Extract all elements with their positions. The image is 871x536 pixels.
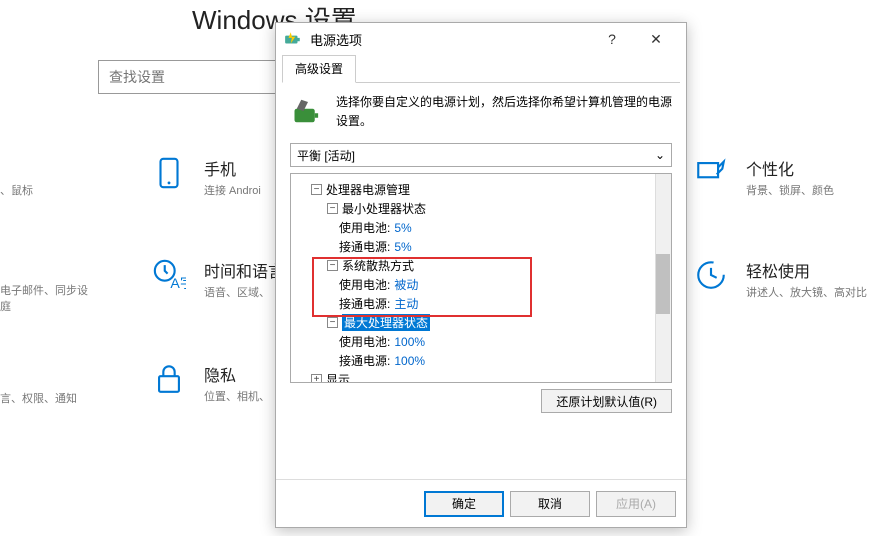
apply-button[interactable]: 应用(A) (596, 491, 676, 517)
help-button[interactable]: ? (590, 25, 634, 53)
hint-text: 、鼠标 (0, 182, 33, 198)
group-desc: 位置、相机、 (204, 388, 270, 404)
hint-text: 电子邮件、同步设 庭 (0, 282, 88, 314)
cancel-button[interactable]: 取消 (510, 491, 590, 517)
scrollbar-thumb[interactable] (656, 254, 670, 314)
dialog-titlebar: 电源选项 ? ✕ (276, 23, 686, 55)
collapse-icon[interactable]: − (327, 317, 338, 328)
group-desc: 讲述人、放大镜、高对比 (746, 284, 867, 300)
collapse-icon[interactable]: − (327, 203, 338, 214)
phone-icon (152, 156, 186, 190)
chevron-down-icon: ⌄ (655, 148, 665, 162)
dialog-footer: 确定 取消 应用(A) (276, 479, 686, 527)
tab-advanced[interactable]: 高级设置 (282, 55, 356, 83)
group-title: 个性化 (746, 156, 834, 180)
paint-icon (694, 156, 728, 190)
expand-icon[interactable]: + (311, 374, 322, 383)
scrollbar[interactable] (655, 174, 671, 382)
lock-icon (152, 362, 186, 396)
dialog-title: 电源选项 (310, 30, 590, 49)
tree-node-cooling[interactable]: −系统散热方式 (295, 256, 667, 275)
collapse-icon[interactable]: − (311, 184, 322, 195)
settings-tree: −处理器电源管理 −最小处理器状态 使用电池:5% 接通电源:5% −系统散热方… (290, 173, 672, 383)
group-title: 手机 (204, 156, 261, 180)
group-personalize[interactable]: 个性化背景、锁屏、颜色 (694, 156, 834, 198)
group-title: 隐私 (204, 362, 270, 386)
tree-leaf-max-plugged[interactable]: 接通电源:100% (295, 351, 667, 370)
group-timelang[interactable]: A字 时间和语言语音、区域、 (152, 258, 284, 300)
group-desc: 背景、锁屏、颜色 (746, 182, 834, 198)
group-desc: 连接 Androi (204, 182, 261, 198)
group-privacy[interactable]: 隐私位置、相机、 (152, 362, 270, 404)
collapse-icon[interactable]: − (327, 260, 338, 271)
tree-leaf-min-plugged[interactable]: 接通电源:5% (295, 237, 667, 256)
group-title: 轻松使用 (746, 258, 867, 282)
tab-strip: 高级设置 (276, 55, 686, 83)
tree-node-min[interactable]: −最小处理器状态 (295, 199, 667, 218)
group-ease[interactable]: 轻松使用讲述人、放大镜、高对比 (694, 258, 867, 300)
close-button[interactable]: ✕ (634, 25, 678, 53)
restore-defaults-button[interactable]: 还原计划默认值(R) (541, 389, 672, 413)
tree-leaf-cool-battery[interactable]: 使用电池:被动 (295, 275, 667, 294)
tree-node-cpu[interactable]: −处理器电源管理 (295, 180, 667, 199)
clock-lang-icon: A字 (152, 258, 186, 292)
battery-icon (284, 30, 302, 48)
ease-icon (694, 258, 728, 292)
plan-dropdown[interactable]: 平衡 [活动] ⌄ (290, 143, 672, 167)
tree-node-max[interactable]: −最大处理器状态 (295, 313, 667, 332)
tree-leaf-cool-plugged[interactable]: 接通电源:主动 (295, 294, 667, 313)
group-title: 时间和语言 (204, 258, 284, 282)
hint-text: 言、权限、通知 (0, 390, 77, 406)
plug-battery-icon (290, 93, 326, 129)
tree-node-display[interactable]: +显示 (295, 370, 667, 383)
svg-text:A字: A字 (170, 276, 186, 292)
power-options-dialog: 电源选项 ? ✕ 高级设置 选择你要自定义的电源计划，然后选择你希望计算机管理的… (275, 22, 687, 528)
dialog-hint: 选择你要自定义的电源计划，然后选择你希望计算机管理的电源设置。 (336, 93, 672, 131)
group-phone[interactable]: 手机连接 Androi (152, 156, 261, 198)
plan-selected: 平衡 [活动] (297, 147, 355, 164)
group-desc: 语音、区域、 (204, 284, 284, 300)
ok-button[interactable]: 确定 (424, 491, 504, 517)
tree-leaf-min-battery[interactable]: 使用电池:5% (295, 218, 667, 237)
tree-leaf-max-battery[interactable]: 使用电池:100% (295, 332, 667, 351)
